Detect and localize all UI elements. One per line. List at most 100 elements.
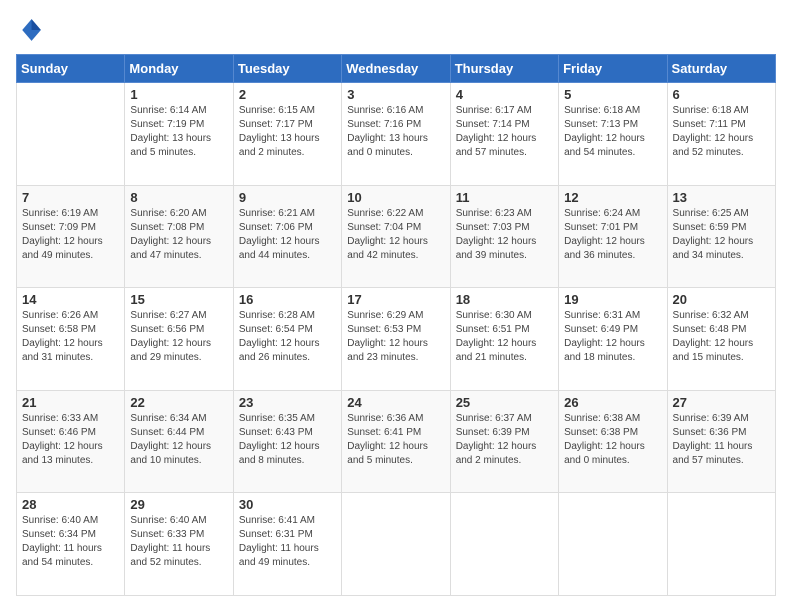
- calendar-cell: 22Sunrise: 6:34 AMSunset: 6:44 PMDayligh…: [125, 390, 233, 493]
- calendar-cell: 6Sunrise: 6:18 AMSunset: 7:11 PMDaylight…: [667, 83, 775, 186]
- calendar-table: SundayMondayTuesdayWednesdayThursdayFrid…: [16, 54, 776, 596]
- day-info: Sunrise: 6:15 AMSunset: 7:17 PMDaylight:…: [239, 104, 336, 160]
- day-number: 7: [22, 190, 119, 205]
- day-info: Sunrise: 6:36 AMSunset: 6:41 PMDaylight:…: [347, 412, 444, 468]
- calendar-header: SundayMondayTuesdayWednesdayThursdayFrid…: [17, 55, 776, 83]
- day-number: 17: [347, 292, 444, 307]
- day-number: 28: [22, 497, 119, 512]
- day-info: Sunrise: 6:24 AMSunset: 7:01 PMDaylight:…: [564, 207, 661, 263]
- day-number: 3: [347, 87, 444, 102]
- calendar-cell: [667, 493, 775, 596]
- calendar-cell: 13 Sunrise: 6:25 AMSunset: 6:59 PMDayligh…: [667, 185, 775, 288]
- day-header-thursday: Thursday: [450, 55, 558, 83]
- calendar-cell: 5 Sunrise: 6:18 AMSunset: 7:13 PMDaylight…: [559, 83, 667, 186]
- day-info: Sunrise: 6:21 AMSunset: 7:06 PMDaylight:…: [239, 207, 336, 263]
- calendar-cell: 3 Sunrise: 6:16 AMSunset: 7:16 PMDaylight…: [342, 83, 450, 186]
- calendar-cell: [450, 493, 558, 596]
- day-header-saturday: Saturday: [667, 55, 775, 83]
- day-info: Sunrise: 6:37 AMSunset: 6:39 PMDaylight:…: [456, 412, 553, 468]
- day-info: Sunrise: 6:28 AMSunset: 6:54 PMDaylight:…: [239, 309, 336, 365]
- calendar-cell: 8 Sunrise: 6:20 AMSunset: 7:08 PMDaylight…: [125, 185, 233, 288]
- day-number: 15: [130, 292, 227, 307]
- logo-icon: [16, 16, 44, 44]
- day-info: Sunrise: 6:14 AMSunset: 7:19 PMDaylight:…: [130, 104, 227, 160]
- day-info: Sunrise: 6:38 AMSunset: 6:38 PMDaylight:…: [564, 412, 661, 468]
- day-number: 18: [456, 292, 553, 307]
- calendar-cell: 11 Sunrise: 6:23 AMSunset: 7:03 PMDayligh…: [450, 185, 558, 288]
- day-info: Sunrise: 6:25 AMSunset: 6:59 PMDaylight:…: [673, 207, 770, 263]
- calendar-body: 1 Sunrise: 6:14 AMSunset: 7:19 PMDaylight…: [17, 83, 776, 596]
- day-info: Sunrise: 6:26 AMSunset: 6:58 PMDaylight:…: [22, 309, 119, 365]
- calendar-cell: 16 Sunrise: 6:28 AMSunset: 6:54 PMDayligh…: [233, 288, 341, 391]
- week-row-0: 1 Sunrise: 6:14 AMSunset: 7:19 PMDaylight…: [17, 83, 776, 186]
- day-info: Sunrise: 6:39 AMSunset: 6:36 PMDaylight:…: [673, 412, 770, 468]
- day-number: 14: [22, 292, 119, 307]
- day-number: 10: [347, 190, 444, 205]
- day-info: Sunrise: 6:33 AMSunset: 6:46 PMDaylight:…: [22, 412, 119, 468]
- day-info: Sunrise: 6:18 AMSunset: 7:11 PMDaylight:…: [673, 104, 770, 160]
- day-number: 25: [456, 395, 553, 410]
- calendar-cell: 10Sunrise: 6:22 AMSunset: 7:04 PMDayligh…: [342, 185, 450, 288]
- day-info: Sunrise: 6:29 AMSunset: 6:53 PMDaylight:…: [347, 309, 444, 365]
- day-header-wednesday: Wednesday: [342, 55, 450, 83]
- day-info: Sunrise: 6:34 AMSunset: 6:44 PMDaylight:…: [130, 412, 227, 468]
- calendar-cell: 18 Sunrise: 6:30 AMSunset: 6:51 PMDayligh…: [450, 288, 558, 391]
- calendar-cell: 20 Sunrise: 6:32 AMSunset: 6:48 PMDayligh…: [667, 288, 775, 391]
- calendar-cell: 9 Sunrise: 6:21 AMSunset: 7:06 PMDaylight…: [233, 185, 341, 288]
- day-number: 12: [564, 190, 661, 205]
- day-info: Sunrise: 6:27 AMSunset: 6:56 PMDaylight:…: [130, 309, 227, 365]
- day-number: 1: [130, 87, 227, 102]
- day-number: 4: [456, 87, 553, 102]
- calendar-cell: 4 Sunrise: 6:17 AMSunset: 7:14 PMDaylight…: [450, 83, 558, 186]
- calendar-cell: 24Sunrise: 6:36 AMSunset: 6:41 PMDayligh…: [342, 390, 450, 493]
- week-row-4: 28 Sunrise: 6:40 AMSunset: 6:34 PMDayligh…: [17, 493, 776, 596]
- day-info: Sunrise: 6:17 AMSunset: 7:14 PMDaylight:…: [456, 104, 553, 160]
- day-number: 16: [239, 292, 336, 307]
- day-info: Sunrise: 6:16 AMSunset: 7:16 PMDaylight:…: [347, 104, 444, 160]
- calendar-cell: 25 Sunrise: 6:37 AMSunset: 6:39 PMDayligh…: [450, 390, 558, 493]
- day-info: Sunrise: 6:32 AMSunset: 6:48 PMDaylight:…: [673, 309, 770, 365]
- calendar-cell: 21 Sunrise: 6:33 AMSunset: 6:46 PMDayligh…: [17, 390, 125, 493]
- day-number: 8: [130, 190, 227, 205]
- day-info: Sunrise: 6:20 AMSunset: 7:08 PMDaylight:…: [130, 207, 227, 263]
- calendar-cell: 23Sunrise: 6:35 AMSunset: 6:43 PMDayligh…: [233, 390, 341, 493]
- calendar-cell: 14 Sunrise: 6:26 AMSunset: 6:58 PMDayligh…: [17, 288, 125, 391]
- day-number: 20: [673, 292, 770, 307]
- day-number: 11: [456, 190, 553, 205]
- calendar-cell: 28 Sunrise: 6:40 AMSunset: 6:34 PMDayligh…: [17, 493, 125, 596]
- logo: [16, 16, 48, 44]
- calendar-cell: 19 Sunrise: 6:31 AMSunset: 6:49 PMDayligh…: [559, 288, 667, 391]
- day-header-tuesday: Tuesday: [233, 55, 341, 83]
- week-row-3: 21 Sunrise: 6:33 AMSunset: 6:46 PMDayligh…: [17, 390, 776, 493]
- day-header-monday: Monday: [125, 55, 233, 83]
- calendar-cell: [342, 493, 450, 596]
- day-number: 9: [239, 190, 336, 205]
- calendar-cell: 15 Sunrise: 6:27 AMSunset: 6:56 PMDayligh…: [125, 288, 233, 391]
- calendar-cell: 30Sunrise: 6:41 AMSunset: 6:31 PMDayligh…: [233, 493, 341, 596]
- day-number: 5: [564, 87, 661, 102]
- header-row: SundayMondayTuesdayWednesdayThursdayFrid…: [17, 55, 776, 83]
- day-info: Sunrise: 6:31 AMSunset: 6:49 PMDaylight:…: [564, 309, 661, 365]
- day-number: 19: [564, 292, 661, 307]
- calendar-cell: 2 Sunrise: 6:15 AMSunset: 7:17 PMDaylight…: [233, 83, 341, 186]
- day-info: Sunrise: 6:23 AMSunset: 7:03 PMDaylight:…: [456, 207, 553, 263]
- day-number: 29: [130, 497, 227, 512]
- day-number: 13: [673, 190, 770, 205]
- calendar-cell: 29 Sunrise: 6:40 AMSunset: 6:33 PMDayligh…: [125, 493, 233, 596]
- calendar-cell: 26 Sunrise: 6:38 AMSunset: 6:38 PMDayligh…: [559, 390, 667, 493]
- week-row-1: 7 Sunrise: 6:19 AMSunset: 7:09 PMDaylight…: [17, 185, 776, 288]
- header: [16, 16, 776, 44]
- calendar-cell: 7 Sunrise: 6:19 AMSunset: 7:09 PMDaylight…: [17, 185, 125, 288]
- day-info: Sunrise: 6:40 AMSunset: 6:33 PMDaylight:…: [130, 514, 227, 570]
- day-number: 21: [22, 395, 119, 410]
- calendar-cell: 1 Sunrise: 6:14 AMSunset: 7:19 PMDaylight…: [125, 83, 233, 186]
- day-info: Sunrise: 6:40 AMSunset: 6:34 PMDaylight:…: [22, 514, 119, 570]
- day-info: Sunrise: 6:19 AMSunset: 7:09 PMDaylight:…: [22, 207, 119, 263]
- day-info: Sunrise: 6:30 AMSunset: 6:51 PMDaylight:…: [456, 309, 553, 365]
- calendar-cell: [17, 83, 125, 186]
- day-header-friday: Friday: [559, 55, 667, 83]
- day-info: Sunrise: 6:18 AMSunset: 7:13 PMDaylight:…: [564, 104, 661, 160]
- day-info: Sunrise: 6:35 AMSunset: 6:43 PMDaylight:…: [239, 412, 336, 468]
- day-number: 26: [564, 395, 661, 410]
- day-number: 2: [239, 87, 336, 102]
